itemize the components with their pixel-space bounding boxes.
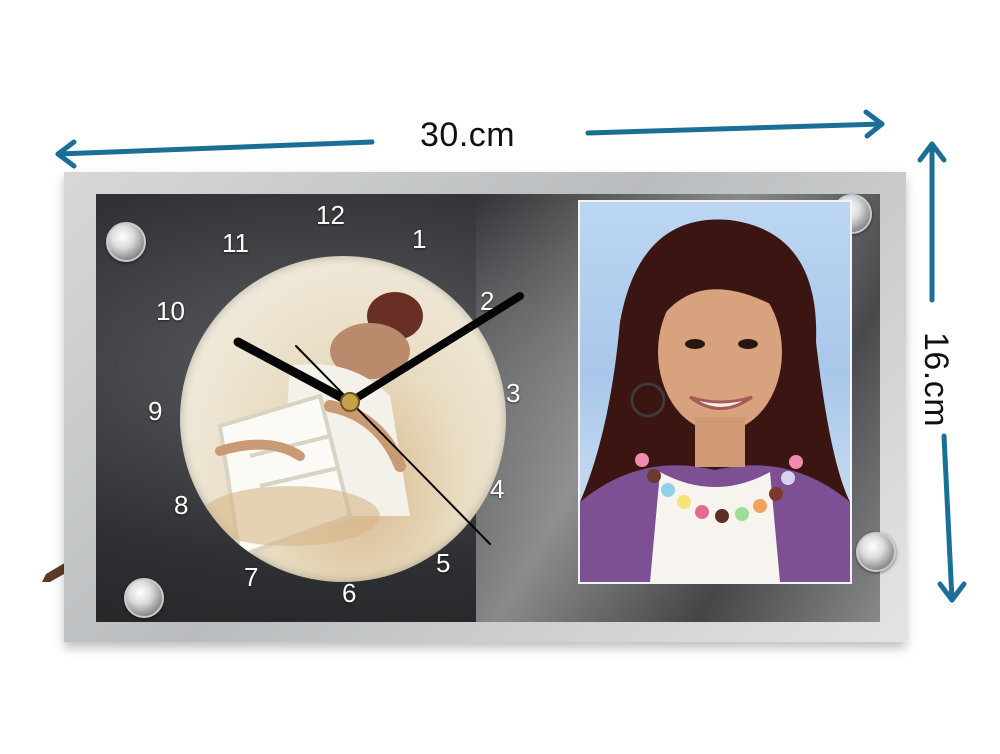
width-arrow-right: [585, 121, 885, 136]
width-label: 30.cm: [420, 116, 516, 154]
height-label: 16.cm: [917, 331, 956, 428]
clock-number-10: 10: [156, 296, 185, 326]
clock-number-3: 3: [506, 378, 521, 408]
clock-face: [180, 256, 506, 582]
clock-number-4: 4: [490, 474, 505, 504]
crystal-screw-top-left: [106, 222, 146, 262]
portrait-photo: [578, 200, 852, 584]
clock-number-7: 7: [244, 562, 259, 592]
clock-number-8: 8: [174, 490, 189, 520]
clock-photo-couple: [200, 292, 423, 559]
product-image: 30.cm 16.cm 12 1 2 3 4 5 6 7 8 9 10 11: [0, 0, 1000, 754]
clock-number-5: 5: [436, 548, 451, 578]
portrait-illustration: [580, 219, 850, 582]
height-arrow-bottom: [941, 433, 955, 603]
crystal-screw-bottom-right: [856, 532, 896, 572]
width-arrow-left: [55, 139, 375, 157]
clock-number-1: 1: [412, 224, 427, 254]
clock-number-6: 6: [342, 578, 357, 608]
clock-number-12: 12: [316, 200, 345, 230]
crystal-screw-bottom-left: [124, 578, 164, 618]
clock-number-9: 9: [148, 396, 163, 426]
clock-number-2: 2: [480, 286, 495, 316]
clock-number-11: 11: [222, 228, 249, 258]
